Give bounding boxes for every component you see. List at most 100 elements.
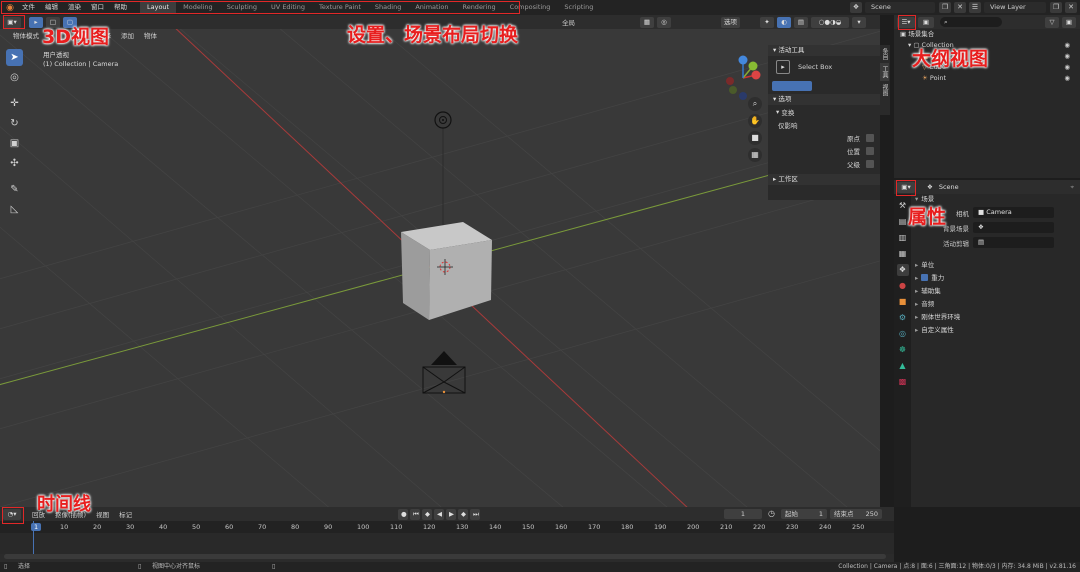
mode-dropdown[interactable]: 物体模式 <box>8 30 44 40</box>
pin-icon[interactable]: ⌖ <box>1070 183 1074 192</box>
navigation-gizmo[interactable] <box>718 53 768 103</box>
point-visibility-icon[interactable]: ◉ <box>1064 73 1070 84</box>
select-mode-buttons[interactable] <box>772 81 812 91</box>
parents-row[interactable]: 父级 <box>768 157 880 170</box>
rotate-tool-icon[interactable]: ↻ <box>6 115 23 132</box>
workspace-header[interactable]: ▸ 工作区 <box>768 174 880 185</box>
pan-hand-icon[interactable]: ✋ <box>748 114 762 128</box>
world-tab-icon[interactable]: ● <box>897 280 909 292</box>
tab-tool[interactable]: 工具 <box>880 63 889 81</box>
menu-add[interactable]: 添加 <box>116 30 139 40</box>
current-frame-field[interactable]: 1 <box>724 509 762 519</box>
object-tab-icon[interactable]: ■ <box>897 296 909 308</box>
gizmo-toggle-icon[interactable]: ✦ <box>760 16 774 28</box>
view-layer-selector[interactable]: View Layer <box>984 2 1046 13</box>
move-tool-icon[interactable]: ✛ <box>6 95 23 112</box>
transform-subheader[interactable]: ▾ 变换 <box>768 105 880 118</box>
rigid-body-world-section[interactable]: ▸ 刚体世界环境 <box>911 311 1080 324</box>
cube-visibility-icon[interactable]: ◉ <box>1064 62 1070 73</box>
overlay-toggle-icon[interactable]: ◐ <box>777 16 791 28</box>
active-clip-field[interactable]: ▤ <box>973 237 1054 248</box>
active-tool-header[interactable]: ▾ 活动工具 <box>768 45 880 56</box>
gravity-section[interactable]: ▸ 重力 <box>911 272 1080 285</box>
scene-tab-icon[interactable]: ❖ <box>896 264 909 276</box>
outliner-root[interactable]: ▣ 场景集合 <box>894 29 1080 40</box>
record-icon[interactable]: ● <box>398 509 408 520</box>
playhead-line[interactable] <box>33 521 34 554</box>
proportional-icon[interactable]: ◎ <box>657 16 671 28</box>
menu-timeline-view[interactable]: 视图 <box>91 509 114 519</box>
tool-tab-icon[interactable]: ⚒ <box>897 200 909 212</box>
viewport-3d[interactable]: ▣▾ ▸ □ ▢ 全局 ▦ ◎ 选项 ✦ ◐ ▤ ○●◑◒ ▾ 物体模式 视图 … <box>0 15 880 507</box>
units-section[interactable]: ▸ 单位 <box>911 259 1080 272</box>
data-tab-icon[interactable]: ▲ <box>897 360 909 372</box>
menu-marker[interactable]: 标记 <box>114 509 137 519</box>
timer-icon[interactable]: ◷ <box>768 509 776 519</box>
output-tab-icon[interactable]: ▥ <box>897 232 909 244</box>
cursor-tool-icon[interactable]: ◎ <box>6 69 23 86</box>
delete-layer-icon[interactable]: ✕ <box>1065 2 1077 13</box>
filter-icon[interactable]: ▽ <box>1045 16 1059 28</box>
keying-sets-section[interactable]: ▸ 辅助集 <box>911 285 1080 298</box>
timeline-ruler[interactable]: 1 10 20 30 40 50 60 70 80 90 100 110 120 130 140 150 160… <box>0 521 894 533</box>
custom-properties-section[interactable]: ▸ 自定义属性 <box>911 324 1080 337</box>
snap-icon[interactable]: ▦ <box>640 16 654 28</box>
select-box-tool-icon[interactable]: ➤ <box>6 49 23 66</box>
delete-scene-icon[interactable]: ✕ <box>954 2 966 13</box>
constraints-tab-icon[interactable]: ☸ <box>897 344 909 356</box>
view-layer-icon[interactable]: ☰ <box>969 2 981 13</box>
locations-row[interactable]: 位置 <box>768 144 880 157</box>
camera-field[interactable]: ■ Camera <box>973 207 1054 218</box>
modifier-tab-icon[interactable]: ⚙ <box>897 312 909 324</box>
scene-icon[interactable]: ❖ <box>850 2 862 13</box>
play-reverse-icon[interactable]: ◀ <box>434 509 444 520</box>
shading-mode-buttons[interactable]: ○●◑◒ <box>811 16 849 28</box>
display-mode-button[interactable]: ▣ <box>918 16 934 28</box>
play-icon[interactable]: ▶ <box>446 509 456 520</box>
xray-toggle-icon[interactable]: ▤ <box>794 16 808 28</box>
render-tab-icon[interactable]: ▤ <box>897 216 909 228</box>
select-mode-button[interactable]: ▸ <box>29 16 43 28</box>
orientation-dropdown[interactable]: 全局 <box>557 17 580 27</box>
scene-selector[interactable]: Scene <box>865 2 935 13</box>
timeline-body[interactable] <box>0 521 894 554</box>
zoom-icon[interactable]: ⌕ <box>748 97 762 111</box>
tab-view[interactable]: 视图 <box>880 81 889 99</box>
outliner-search-input[interactable]: ⌕ <box>940 17 1002 27</box>
measure-tool-icon[interactable]: ◺ <box>6 201 23 218</box>
tab-scripting[interactable]: Scripting <box>557 1 600 14</box>
options-header[interactable]: ▾ 选项 <box>768 94 880 105</box>
view-layer-tab-icon[interactable]: ▦ <box>897 248 909 260</box>
camera-visibility-icon[interactable]: ◉ <box>1064 51 1070 62</box>
annotate-tool-icon[interactable]: ✎ <box>6 181 23 198</box>
camera-view-icon[interactable]: ■ <box>748 131 762 145</box>
jump-end-icon[interactable]: ⏭ <box>470 509 480 520</box>
scale-tool-icon[interactable]: ▣ <box>6 135 23 152</box>
timeline-scrollbar[interactable] <box>4 554 886 559</box>
parents-checkbox[interactable] <box>866 159 874 168</box>
material-tab-icon[interactable]: ▩ <box>897 376 909 388</box>
origins-row[interactable]: 原点 <box>768 131 880 144</box>
prev-key-icon[interactable]: ◆ <box>422 509 432 520</box>
options-button[interactable]: 选项 <box>721 16 740 28</box>
gravity-checkbox[interactable] <box>921 274 929 281</box>
outliner-item-point[interactable]: ☀ Point ◉ <box>894 73 1080 84</box>
ortho-grid-icon[interactable]: ▦ <box>748 148 762 162</box>
physics-tab-icon[interactable]: ◎ <box>897 328 909 340</box>
start-frame-field[interactable]: 起始 1 <box>781 509 827 519</box>
transform-tool-icon[interactable]: ✣ <box>6 155 23 172</box>
copy-scene-icon[interactable]: ❐ <box>939 2 951 13</box>
origins-checkbox[interactable] <box>866 133 874 142</box>
select-box-tool-thumbnail-icon[interactable]: ▸ <box>776 60 790 74</box>
new-collection-icon[interactable]: ▣ <box>1062 16 1076 28</box>
audio-section[interactable]: ▸ 音频 <box>911 298 1080 311</box>
jump-start-icon[interactable]: ⏮ <box>410 509 420 520</box>
end-frame-field[interactable]: 结束点 250 <box>830 509 882 519</box>
background-scene-field[interactable]: ❖ <box>973 222 1054 233</box>
copy-layer-icon[interactable]: ❐ <box>1050 2 1062 13</box>
next-key-icon[interactable]: ◆ <box>458 509 468 520</box>
menu-object[interactable]: 物体 <box>139 30 162 40</box>
tab-item[interactable]: 条目 <box>880 45 889 63</box>
shading-options-icon[interactable]: ▾ <box>852 16 866 28</box>
locations-checkbox[interactable] <box>866 146 874 155</box>
